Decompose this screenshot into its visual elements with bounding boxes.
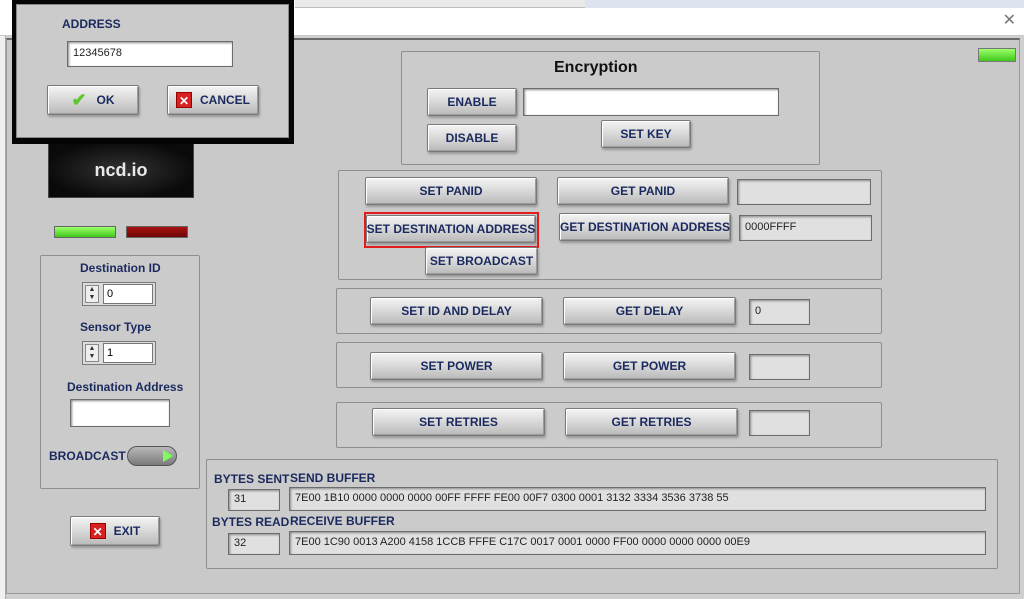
set-power-button[interactable]: SET POWER <box>370 352 543 380</box>
check-icon: ✔ <box>71 89 87 110</box>
address-label: ADDRESS <box>62 17 121 31</box>
disable-button[interactable]: DISABLE <box>427 124 517 152</box>
ncd-logo: ncd.io <box>48 142 194 198</box>
tab-strip <box>295 0 585 8</box>
close-icon: ✕ <box>89 523 106 539</box>
send-buffer-label: SEND BUFFER <box>290 471 376 485</box>
status-led <box>978 48 1016 62</box>
tab-strip-active <box>585 0 1024 8</box>
bytes-sent-value: 31 <box>228 489 280 511</box>
led-green <box>54 226 116 238</box>
sensor-type-stepper[interactable]: ▲ ▼ 1 <box>82 341 156 365</box>
destination-id-stepper[interactable]: ▲ ▼ 0 <box>82 282 156 306</box>
address-input[interactable]: 12345678 <box>67 41 233 67</box>
bytes-sent-label: BYTES SENT <box>214 472 290 486</box>
send-buffer-value: 7E00 1B10 0000 0000 0000 00FF FFFF FE00 … <box>289 487 986 511</box>
exit-button[interactable]: ✕ EXIT <box>70 516 160 546</box>
destination-id-value[interactable]: 0 <box>103 284 153 304</box>
destination-address-field[interactable] <box>70 399 170 427</box>
ok-button-label: OK <box>96 93 115 107</box>
get-panid-button[interactable]: GET PANID <box>557 177 729 205</box>
cancel-icon: ✕ <box>176 92 192 108</box>
receive-buffer-value: 7E00 1C90 0013 A200 4158 1CCB FFFE C17C … <box>289 531 986 555</box>
destination-address-label: Destination Address <box>67 380 184 394</box>
ok-button[interactable]: ✔ OK <box>47 85 139 115</box>
led-red <box>126 226 188 238</box>
stepper-arrows-icon[interactable]: ▲ ▼ <box>85 344 99 362</box>
cancel-button-label: CANCEL <box>200 93 250 107</box>
bytes-read-value: 32 <box>228 533 280 555</box>
exit-button-label: EXIT <box>113 524 141 538</box>
encryption-key-field[interactable] <box>523 88 779 116</box>
encryption-title: Encryption <box>554 59 638 76</box>
set-key-button[interactable]: SET KEY <box>601 120 691 148</box>
broadcast-label: BROADCAST <box>49 449 126 463</box>
get-retries-button[interactable]: GET RETRIES <box>565 408 738 436</box>
highlight-box <box>364 212 539 248</box>
get-destination-address-button[interactable]: GET DESTINATION ADDRESS <box>559 213 731 241</box>
destination-id-label: Destination ID <box>80 261 161 275</box>
toggle-arrow-icon <box>163 450 173 462</box>
close-icon[interactable]: ✕ <box>1003 10 1016 30</box>
cancel-button[interactable]: ✕ CANCEL <box>167 85 259 115</box>
address-dialog-body: ADDRESS 12345678 ✔ OK ✕ CANCEL <box>16 4 289 138</box>
get-power-button[interactable]: GET POWER <box>563 352 736 380</box>
receive-buffer-label: RECEIVE BUFFER <box>290 514 395 528</box>
set-broadcast-button[interactable]: SET BROADCAST <box>425 247 538 275</box>
retries-value[interactable] <box>749 410 810 436</box>
sensor-type-label: Sensor Type <box>80 320 152 334</box>
stepper-arrows-icon[interactable]: ▲ ▼ <box>85 285 99 303</box>
set-panid-button[interactable]: SET PANID <box>365 177 537 205</box>
address-dialog: ADDRESS 12345678 ✔ OK ✕ CANCEL <box>12 0 294 144</box>
set-id-and-delay-button[interactable]: SET ID AND DELAY <box>370 297 543 325</box>
panid-field[interactable] <box>737 179 871 205</box>
get-delay-button[interactable]: GET DELAY <box>563 297 736 325</box>
enable-button[interactable]: ENABLE <box>427 88 517 116</box>
destination-address-value[interactable]: 0000FFFF <box>739 215 872 241</box>
delay-value[interactable]: 0 <box>749 299 810 325</box>
broadcast-toggle[interactable] <box>127 446 177 466</box>
set-retries-button[interactable]: SET RETRIES <box>372 408 545 436</box>
sensor-type-value[interactable]: 1 <box>103 343 153 363</box>
bytes-read-label: BYTES READ <box>212 515 290 529</box>
power-value[interactable] <box>749 354 810 380</box>
